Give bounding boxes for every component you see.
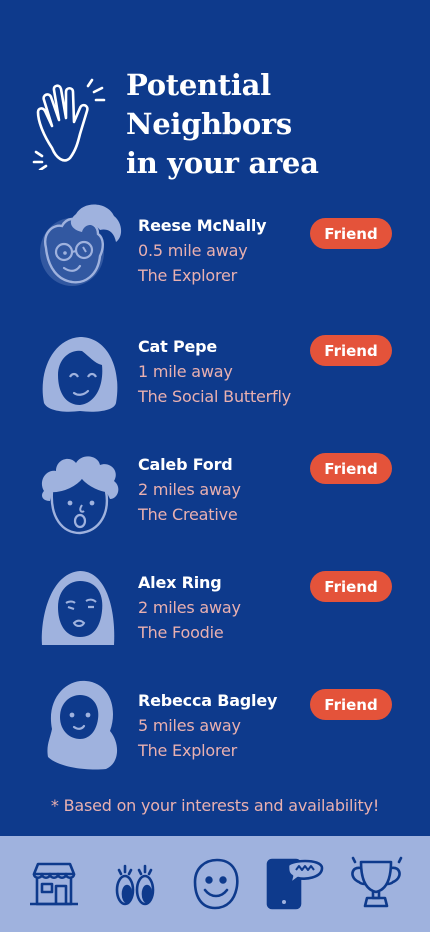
neighbor-distance: 1 mile away bbox=[138, 362, 233, 381]
friend-button[interactable]: Friend bbox=[310, 571, 392, 602]
header: Potential Neighbors in your area bbox=[0, 0, 430, 200]
nav-tab-store[interactable] bbox=[21, 851, 87, 917]
title-line-3: in your area bbox=[126, 146, 319, 180]
neighbor-info: Caleb Ford 2 miles away The Creative bbox=[138, 453, 308, 527]
neighbor-distance: 2 miles away bbox=[138, 598, 241, 617]
neighbor-persona: The Explorer bbox=[138, 741, 238, 760]
nav-tab-profile[interactable] bbox=[182, 851, 248, 917]
neighbor-distance: 2 miles away bbox=[138, 480, 241, 499]
headscarf-avatar bbox=[47, 680, 118, 770]
neighbor-distance: 0.5 mile away bbox=[138, 241, 248, 260]
friend-button[interactable]: Friend bbox=[310, 335, 392, 366]
list-item: Cat Pepe 1 mile away The Social Butterfl… bbox=[0, 333, 430, 433]
neighbor-name: Cat Pepe bbox=[138, 337, 218, 356]
neighbor-info: Rebecca Bagley 5 miles away The Explorer bbox=[138, 689, 308, 763]
neighbor-distance: 5 miles away bbox=[138, 716, 241, 735]
neighbor-name: Alex Ring bbox=[138, 573, 222, 592]
phone-chat-icon bbox=[267, 858, 324, 910]
friend-button[interactable]: Friend bbox=[310, 453, 392, 484]
list-item: Caleb Ford 2 miles away The Creative Fri… bbox=[0, 451, 430, 551]
curly-hair-avatar bbox=[41, 456, 119, 535]
neighbor-persona: The Explorer bbox=[138, 266, 238, 285]
neighbor-name: Reese McNally bbox=[138, 216, 267, 235]
eyes-icon bbox=[115, 864, 154, 906]
neighbor-info: Alex Ring 2 miles away The Foodie bbox=[138, 571, 308, 645]
neighbor-name: Caleb Ford bbox=[138, 455, 233, 474]
curly-hair-glasses-avatar bbox=[40, 204, 122, 286]
neighbor-persona: The Social Butterfly bbox=[138, 387, 292, 406]
title-line-2: Neighbors bbox=[126, 107, 292, 141]
waving-hand-icon bbox=[32, 78, 106, 170]
smiley-icon bbox=[193, 858, 239, 910]
list-item: Rebecca Bagley 5 miles away The Explorer… bbox=[0, 680, 430, 787]
trophy-icon bbox=[350, 856, 403, 908]
footnote: * Based on your interests and availabili… bbox=[50, 796, 380, 815]
list-item: Alex Ring 2 miles away The Foodie Friend bbox=[0, 569, 430, 669]
hijab-avatar bbox=[41, 571, 115, 645]
bob-hair-avatar bbox=[42, 337, 118, 412]
friend-button[interactable]: Friend bbox=[310, 689, 392, 720]
storefront-icon bbox=[30, 862, 79, 906]
neighbor-name: Rebecca Bagley bbox=[138, 691, 278, 710]
neighbor-persona: The Foodie bbox=[138, 623, 224, 642]
friend-button[interactable]: Friend bbox=[310, 218, 392, 249]
page-title: Potential Neighbors in your area bbox=[126, 66, 416, 183]
nav-tab-eyes[interactable] bbox=[102, 851, 168, 917]
nav-tab-achievements[interactable] bbox=[343, 851, 409, 917]
neighbor-info: Cat Pepe 1 mile away The Social Butterfl… bbox=[138, 335, 308, 409]
title-line-1: Potential bbox=[126, 68, 271, 102]
neighbor-persona: The Creative bbox=[138, 505, 238, 524]
neighbor-info: Reese McNally 0.5 mile away The Explorer bbox=[138, 214, 308, 288]
list-item: Reese McNally 0.5 mile away The Explorer… bbox=[0, 204, 430, 312]
nav-tab-messages[interactable] bbox=[262, 851, 328, 917]
bottom-nav bbox=[0, 836, 430, 932]
